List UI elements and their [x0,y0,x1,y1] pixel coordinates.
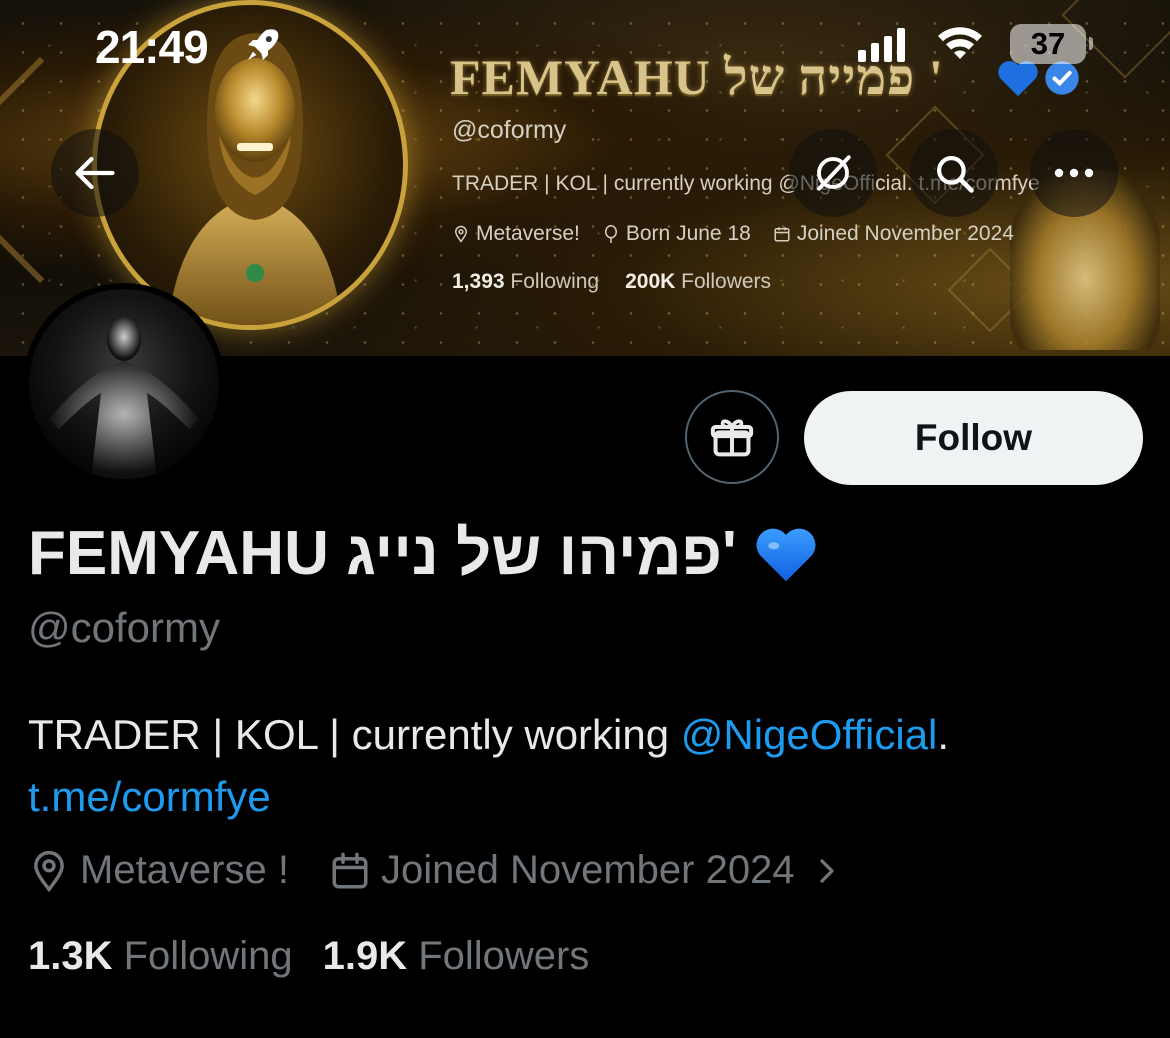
more-options-button[interactable] [1030,129,1118,217]
follow-button[interactable]: Follow [804,391,1143,485]
banner-joined-text: Joined November 2024 [796,222,1014,245]
banner-following-count: 1,393 [452,270,505,293]
bio-separator: . [937,711,950,758]
gift-icon [710,419,754,457]
calendar-icon [332,852,368,888]
banner-location: Metaverse! [452,222,580,246]
profile-handle: @coformy [28,604,220,651]
status-time: 21:49 [95,21,209,73]
profile-bio: TRADER | KOL | currently working @NigeOf… [28,704,1138,828]
cellular-signal-icon [858,28,905,62]
banner-meta: Metaverse! Born June 18 Joined November … [452,222,1014,246]
grok-icon [817,155,851,191]
calendar-icon [774,227,790,242]
banner-joined: Joined November 2024 [773,222,1014,246]
banner-followers: 200K Followers [625,270,771,294]
blue-heart-emoji [756,528,816,581]
banner-following: 1,393 Following [452,270,599,294]
banner-stats: 1,393 Following 200K Followers [452,270,771,294]
banner-handle: @coformy [452,116,567,144]
avatar-figure-image [49,317,199,479]
back-button[interactable] [51,129,139,217]
display-name-text: FEMYAHU פמיהו של נייג' [28,519,737,588]
blue-heart-icon [998,61,1038,97]
back-arrow-icon [75,156,115,190]
grok-button[interactable] [789,129,877,217]
balloon-icon [604,225,617,243]
more-icon [1054,168,1094,178]
search-button[interactable] [910,129,998,217]
profile-joined-text: Joined November 2024 [380,848,795,892]
banner-followers-label: Followers [681,270,772,293]
bio-url-link[interactable]: t.me/cormfye [28,773,271,820]
gift-button[interactable] [685,390,779,484]
bio-text: TRADER | KOL | currently working [28,711,681,758]
search-icon [937,156,974,193]
followers-stat[interactable]: 1.9K Followers [323,934,590,979]
profile-location: Metaverse ! [28,848,289,893]
banner-born-text: Born June 18 [625,222,751,245]
chevron-right-icon [819,858,834,883]
location-pin-icon [34,850,64,892]
battery-indicator: 37 [1010,24,1093,64]
bio-mention-link[interactable]: @NigeOfficial [681,711,938,758]
profile-stats: 1.3K Following 1.9K Followers [28,934,589,979]
banner-following-label: Following [510,270,600,293]
banner-location-text: Metaverse! [476,222,580,245]
wifi-icon [938,27,982,59]
rocket-icon [248,29,279,60]
location-pin-icon [454,225,468,243]
profile-location-text: Metaverse ! [80,848,289,892]
verified-badge-icon [1045,61,1079,95]
followers-label: Followers [418,934,590,978]
banner-badges [996,58,1082,98]
profile-meta: Metaverse ! Joined November 2024 [28,848,839,893]
following-stat[interactable]: 1.3K Following [28,934,293,979]
following-count: 1.3K [28,934,113,978]
profile-joined[interactable]: Joined November 2024 [329,848,839,893]
profile-display-name: FEMYAHU פמיהו של נייג' [28,518,819,589]
banner-followers-count: 200K [625,270,676,293]
following-label: Following [123,934,293,978]
followers-count: 1.9K [322,934,408,978]
profile-avatar[interactable] [23,283,225,485]
banner-born: Born June 18 [602,222,751,246]
